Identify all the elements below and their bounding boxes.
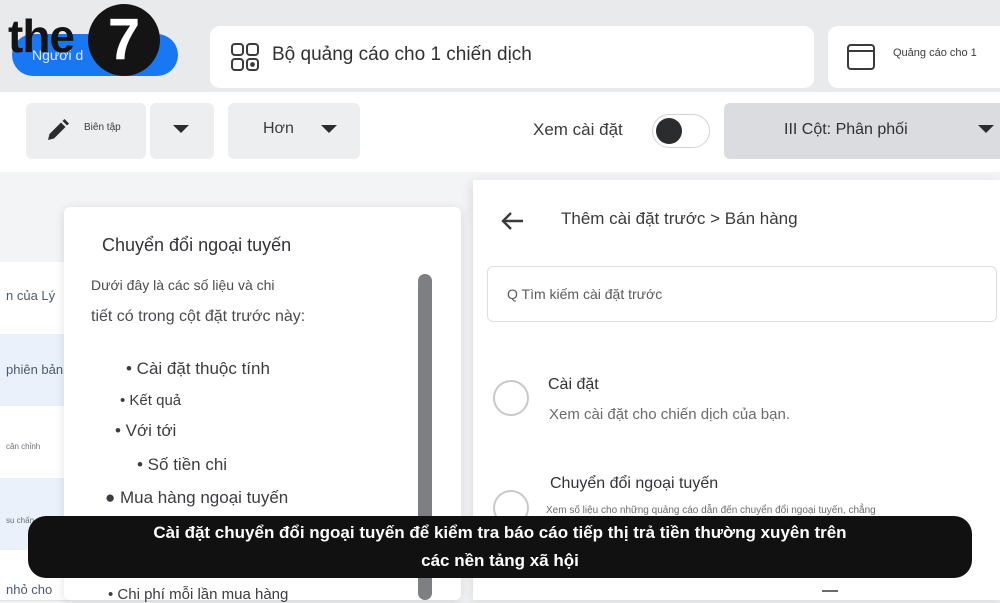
search-placeholder: Q Tìm kiếm cài đặt trước (507, 286, 663, 302)
metric-list-item: • Kết quả (120, 392, 182, 409)
metric-list-item: • Với tới (115, 421, 177, 440)
caret-down-icon (978, 125, 994, 133)
brand-logo-text: the (8, 10, 75, 62)
view-settings-label: Xem cài đặt (533, 120, 623, 139)
preset-option-description: Xem cài đặt cho chiến dịch của bạn. (549, 406, 790, 423)
preset-option-title: Cài đặt (548, 376, 599, 393)
metric-list-item: • Chi phí mỗi lần mua hàng (108, 586, 289, 603)
caption-line: các nền tảng xã hội (421, 551, 579, 570)
more-button[interactable] (228, 103, 360, 159)
popover-description: Dưới đây là các số liệu và chi (91, 277, 275, 293)
arrow-left-icon[interactable] (500, 210, 526, 232)
metric-list-item: ● Mua hàng ngoại tuyến (105, 488, 289, 507)
columns-dropdown-label: III Cột: Phân phối (784, 121, 908, 138)
ad-tab-label: Quảng cáo cho 1 (893, 47, 977, 59)
minus-icon[interactable] (822, 590, 838, 592)
breadcrumb: Thêm cài đặt trước > Bán hàng (561, 209, 798, 228)
metric-list-item: • Số tiền chi (137, 455, 228, 474)
table-cell-text: phiên bản (6, 362, 64, 377)
pencil-icon (48, 119, 69, 140)
edit-button-label: Biên tập (84, 122, 121, 133)
caret-down-icon (173, 125, 189, 133)
table-cell-text: nhỏ cho (6, 582, 53, 597)
table-cell-text: cân chỉnh (6, 442, 41, 451)
more-button-label: Hơn (263, 120, 294, 137)
popover-description: tiết có trong cột đặt trước này: (91, 308, 306, 325)
table-cell-text: n của Lý (6, 288, 56, 303)
preset-radio-settings[interactable] (493, 380, 529, 416)
toggle-knob (656, 118, 682, 144)
popover-title: Chuyển đổi ngoại tuyến (102, 235, 292, 255)
caption-text: Cài đặt chuyển đổi ngoại tuyến để kiểm t… (28, 516, 972, 578)
caret-down-icon (321, 125, 337, 133)
preset-option-description: Xem số liệu cho những quảng cáo dẫn đến … (546, 505, 876, 516)
brand-logo-number: 7 (88, 4, 160, 76)
view-settings-toggle[interactable] (652, 114, 710, 148)
ad-window-icon (847, 44, 875, 70)
caption-line: Cài đặt chuyển đổi ngoại tuyến để kiểm t… (153, 523, 847, 542)
metric-list-item: • Cài đặt thuộc tính (126, 359, 270, 378)
adset-grid-icon (231, 43, 259, 71)
adset-tab-label: Bộ quảng cáo cho 1 chiến dịch (272, 44, 532, 65)
preset-option-title: Chuyển đổi ngoại tuyến (550, 475, 719, 492)
